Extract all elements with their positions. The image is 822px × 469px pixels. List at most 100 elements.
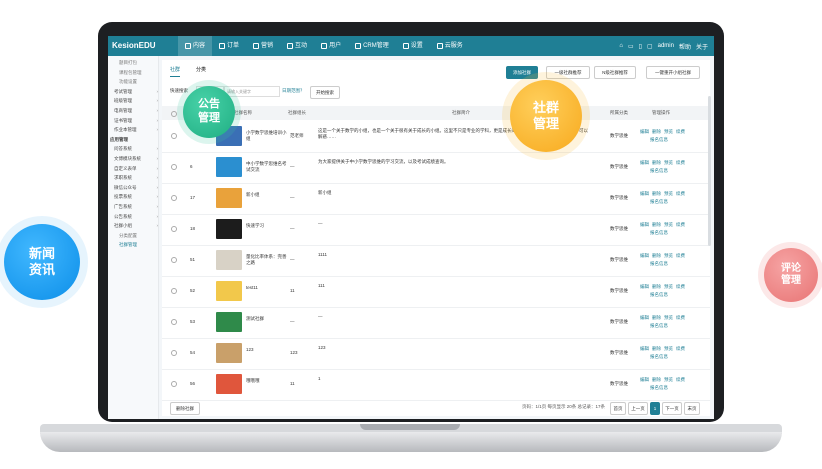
scrollbar[interactable] (708, 96, 711, 246)
row-op-link[interactable]: 编辑 (640, 284, 649, 289)
top-menu-item[interactable]: 营销 (246, 36, 280, 56)
top-menu-item[interactable]: 设置 (396, 36, 430, 56)
row-checkbox[interactable] (171, 350, 177, 356)
top-menu-item[interactable]: CRM管理 (348, 36, 396, 56)
row-op-link[interactable]: 删除 (652, 129, 661, 134)
row-name[interactable]: 中小学数学思维名考试交流 (246, 161, 288, 173)
row-op-link[interactable]: 报名信息 (650, 354, 701, 360)
row-op-link[interactable]: 续费 (676, 191, 685, 196)
level1-recommend-button[interactable]: 一级社群推荐 (546, 66, 590, 79)
row-op-link[interactable]: 编辑 (640, 253, 649, 258)
search-input[interactable]: 请输入关键字 (224, 86, 280, 97)
row-checkbox[interactable] (171, 226, 177, 232)
row-name[interactable]: 量化比率体系：完善之路 (246, 254, 288, 266)
sidebar-item[interactable]: 社群管理 (119, 242, 161, 248)
about-link[interactable]: 关于 (696, 42, 708, 51)
first-page-button[interactable]: 首页 (610, 402, 626, 415)
date-range-link[interactable]: 日期范围？ (282, 88, 305, 94)
row-name[interactable]: 新小组 (246, 192, 288, 198)
user-menu[interactable]: admin (658, 43, 674, 49)
delete-social-button[interactable]: 删除社群 (170, 402, 200, 415)
row-checkbox[interactable] (171, 288, 177, 294)
row-op-link[interactable]: 删除 (652, 377, 661, 382)
sidebar-item[interactable]: 文博模块系统 › (114, 156, 158, 162)
current-page-button[interactable]: 1 (650, 402, 660, 415)
row-op-link[interactable]: 编辑 (640, 129, 649, 134)
sidebar-item[interactable]: 求职系统 › (114, 175, 158, 181)
select-all-checkbox[interactable] (171, 111, 177, 117)
start-search-button[interactable]: 开始搜索 (310, 86, 340, 99)
sidebar-item[interactable]: 微信公众号 › (114, 185, 158, 191)
row-name[interactable]: 小学数学思维培训小组 (246, 130, 288, 142)
help-link[interactable]: 帮助 (679, 42, 691, 51)
row-op-link[interactable]: 预览 (664, 284, 673, 289)
row-op-link[interactable]: 续费 (676, 377, 685, 382)
sidebar-item[interactable]: 公告系统 › (114, 214, 158, 220)
row-op-link[interactable]: 报名信息 (650, 292, 701, 298)
sidebar-item[interactable]: 班级管理 › (114, 98, 158, 104)
row-op-link[interactable]: 报名信息 (650, 199, 701, 205)
row-op-link[interactable]: 续费 (676, 222, 685, 227)
sidebar-item[interactable]: 自定义表单 › (114, 166, 158, 172)
sidebar-item[interactable]: 分类配置 (119, 233, 161, 239)
row-op-link[interactable]: 报名信息 (650, 261, 701, 267)
sidebar-item[interactable]: 题目打包 (119, 60, 161, 66)
row-op-link[interactable]: 续费 (676, 160, 685, 165)
tab-social[interactable]: 社群 (170, 66, 181, 77)
sidebar-item[interactable]: 考试管理 › (114, 89, 158, 95)
row-op-link[interactable]: 报名信息 (650, 230, 701, 236)
row-op-link[interactable]: 删除 (652, 284, 661, 289)
top-menu-item[interactable]: 用户 (314, 36, 348, 56)
row-op-link[interactable]: 编辑 (640, 191, 649, 196)
row-op-link[interactable]: 预览 (664, 346, 673, 351)
row-op-link[interactable]: 编辑 (640, 346, 649, 351)
row-op-link[interactable]: 删除 (652, 222, 661, 227)
sidebar-item[interactable]: 课程包管理 (119, 70, 161, 76)
row-name[interactable]: test11 (246, 285, 288, 290)
reopen-groups-button[interactable]: 一键重开小组社群 (646, 66, 700, 79)
row-name[interactable]: 测试社群 (246, 316, 288, 322)
row-op-link[interactable]: 预览 (664, 191, 673, 196)
row-op-link[interactable]: 报名信息 (650, 385, 701, 391)
row-checkbox[interactable] (171, 319, 177, 325)
home-icon[interactable]: ⌂ (619, 43, 623, 49)
row-name[interactable]: 哦哦哦 (246, 378, 288, 384)
row-op-link[interactable]: 报名信息 (650, 168, 701, 174)
sidebar-item[interactable]: 问答系统 › (114, 146, 158, 152)
top-menu-item[interactable]: 订单 (212, 36, 246, 56)
leveln-recommend-button[interactable]: N级社群推荐 (594, 66, 636, 79)
row-op-link[interactable]: 预览 (664, 253, 673, 258)
sidebar-item[interactable]: 电商管理 › (114, 108, 158, 114)
sidebar-item[interactable]: 功能设置 (119, 79, 161, 85)
row-op-link[interactable]: 报名信息 (650, 323, 701, 329)
prev-page-button[interactable]: 上一页 (628, 402, 648, 415)
row-checkbox[interactable] (171, 195, 177, 201)
row-op-link[interactable]: 续费 (676, 346, 685, 351)
row-op-link[interactable]: 预览 (664, 160, 673, 165)
row-op-link[interactable]: 续费 (676, 284, 685, 289)
row-op-link[interactable]: 报名信息 (650, 137, 701, 143)
row-name[interactable]: 快速学习 (246, 223, 288, 229)
row-op-link[interactable]: 预览 (664, 222, 673, 227)
row-op-link[interactable]: 删除 (652, 346, 661, 351)
row-name[interactable]: 123 (246, 347, 288, 352)
monitor-icon[interactable]: ▭ (628, 43, 634, 50)
row-op-link[interactable]: 删除 (652, 315, 661, 320)
row-op-link[interactable]: 预览 (664, 315, 673, 320)
row-op-link[interactable]: 删除 (652, 191, 661, 196)
tablet-icon[interactable]: ▢ (647, 43, 653, 50)
row-checkbox[interactable] (171, 133, 177, 139)
row-op-link[interactable]: 续费 (676, 129, 685, 134)
mobile-icon[interactable]: ▯ (639, 43, 642, 50)
row-op-link[interactable]: 编辑 (640, 222, 649, 227)
sidebar-item[interactable]: 证书管理 › (114, 118, 158, 124)
sidebar-item[interactable]: 投票系统 › (114, 194, 158, 200)
sidebar-item[interactable]: 广告系统 › (114, 204, 158, 210)
row-op-link[interactable]: 删除 (652, 253, 661, 258)
row-op-link[interactable]: 删除 (652, 160, 661, 165)
top-menu-item[interactable]: 内容 (178, 36, 213, 56)
row-checkbox[interactable] (171, 381, 177, 387)
row-op-link[interactable]: 预览 (664, 377, 673, 382)
sidebar-item[interactable]: 应用管理 (110, 137, 152, 143)
sidebar-item[interactable]: 社群小组 › (114, 223, 158, 229)
